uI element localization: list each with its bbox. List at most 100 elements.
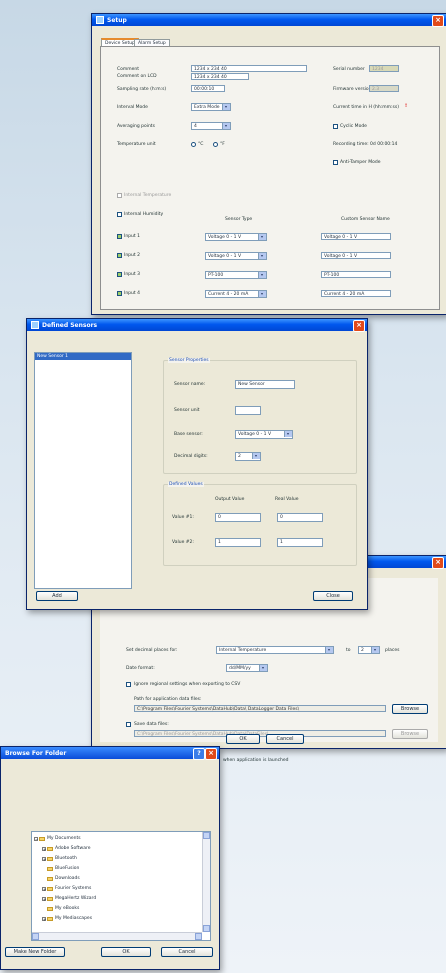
browse-folder-window: Browse For Folder ? × − My Documents + Ado… [0, 746, 220, 970]
cancel-button[interactable]: Cancel [161, 947, 213, 957]
sensor-list[interactable]: New Sensor 1 [34, 352, 132, 589]
recording-label: Recording time: 0d 00:00:14 [333, 142, 398, 147]
defined-values-title: Defined Values [168, 482, 204, 487]
defined-values-group: Defined Values [163, 482, 357, 566]
input-4-name-field[interactable]: Current 4 - 20 mA [321, 290, 391, 297]
value-2-real-field[interactable]: 1 [277, 538, 323, 547]
decimal-value-select[interactable]: 2 [358, 646, 380, 654]
collapse-icon[interactable]: − [34, 836, 38, 841]
value-1-real-field[interactable]: 0 [277, 513, 323, 522]
input-4-label: Input 4 [124, 291, 140, 296]
save-data-checkbox[interactable] [126, 722, 131, 727]
tree-item[interactable]: − My Documents [34, 836, 81, 841]
tree-item[interactable]: + Bluetooth [42, 856, 77, 861]
averaging-select[interactable]: 4 [191, 122, 231, 130]
chevron-down-icon [258, 272, 266, 278]
expand-icon[interactable]: + [42, 896, 46, 901]
sensor-name-field[interactable]: New Sensor [235, 380, 295, 389]
temp-unit-label: Temperature unit [117, 142, 156, 147]
warning-icon: ! [405, 104, 408, 109]
expand-icon[interactable]: + [42, 846, 46, 851]
browse-titlebar[interactable]: Browse For Folder ? × [1, 747, 219, 760]
cancel-button[interactable]: Cancel [266, 734, 304, 744]
input-2-name-field[interactable]: Voltage 0 - 1 V [321, 252, 391, 259]
interval-select[interactable]: Extra Mode [191, 103, 231, 111]
app-icon [96, 16, 104, 24]
comment-lcd-field[interactable]: 1234 x 234 40 [191, 73, 249, 80]
value-1-output-field[interactable]: 0 [215, 513, 261, 522]
expand-icon[interactable]: + [42, 916, 46, 921]
input-3-name-field[interactable]: PT-100 [321, 271, 391, 278]
scroll-up-icon[interactable] [203, 832, 210, 839]
unit-f-radio[interactable] [213, 142, 218, 147]
cyclic-checkbox[interactable] [333, 124, 338, 129]
sampling-label: Sampling rate (h:m:s) [117, 87, 167, 92]
interval-label: Interval Mode [117, 105, 148, 110]
tree-item[interactable]: + My Mediascapes [42, 916, 92, 921]
input-1-name-field[interactable]: Voltage 0 - 1 V [321, 233, 391, 240]
base-sensor-label: Base sensor: [174, 432, 203, 437]
scroll-right-icon[interactable] [195, 933, 202, 940]
close-icon[interactable]: × [353, 320, 365, 332]
input-row: Input 3 PT-100 PT-100 [101, 271, 439, 285]
tree-item[interactable]: + Adobe Software [42, 846, 91, 851]
sampling-field[interactable]: 00:00:10 [191, 85, 225, 92]
setup-panel: Comment 1234 x 234 40 Comment on LCD 123… [100, 46, 440, 310]
tree-item[interactable]: + Fourier Systems [42, 886, 91, 891]
internal-humidity-label: Internal Humidity [124, 212, 164, 217]
sensor-unit-field[interactable] [235, 406, 261, 415]
places-label: places [385, 648, 400, 653]
make-new-folder-button[interactable]: Make New Folder [5, 947, 65, 957]
add-button[interactable]: Add [36, 591, 78, 601]
ok-button[interactable]: OK [101, 947, 151, 957]
value-2-output-field[interactable]: 1 [215, 538, 261, 547]
comment-field[interactable]: 1234 x 234 40 [191, 65, 307, 72]
tree-item[interactable]: My eBooks [47, 906, 79, 911]
unit-c-radio[interactable] [191, 142, 196, 147]
scroll-left-icon[interactable] [32, 933, 39, 940]
tree-item[interactable]: + MegaHertz Wizard [42, 896, 96, 901]
input-4-type-select[interactable]: Current 4 - 20 mA [205, 290, 267, 298]
input-2-type-select[interactable]: Voltage 0 - 1 V [205, 252, 267, 260]
folder-icon [47, 876, 53, 881]
tree-item[interactable]: Downloads [47, 876, 80, 881]
serial-field: 1234 [369, 65, 399, 72]
expand-icon[interactable]: + [42, 856, 46, 861]
tamper-checkbox[interactable] [333, 160, 338, 165]
horizontal-scrollbar[interactable] [32, 932, 202, 940]
chevron-down-icon [222, 104, 230, 110]
ok-button[interactable]: OK [226, 734, 260, 744]
folder-icon [47, 846, 53, 851]
save-path-field: C:\Program Files\Fourier Systems\DataHub… [134, 730, 386, 737]
browse-button[interactable]: Browse [392, 704, 428, 714]
vertical-scrollbar[interactable] [202, 832, 210, 932]
scroll-down-icon[interactable] [203, 925, 210, 932]
input-4-checkbox[interactable] [117, 291, 122, 296]
help-icon[interactable]: ? [193, 748, 205, 760]
base-sensor-select[interactable]: Voltage 0 - 1 V [235, 430, 293, 439]
defined-titlebar[interactable]: Defined Sensors × [27, 319, 367, 332]
decimal-sensor-select[interactable]: Internal Temperature [216, 646, 334, 654]
decimal-digits-select[interactable]: 2 [235, 452, 261, 461]
internal-humidity-checkbox[interactable] [117, 212, 122, 217]
setup-titlebar[interactable]: Setup × [92, 14, 446, 27]
input-2-checkbox[interactable] [117, 253, 122, 258]
close-icon[interactable]: × [205, 748, 217, 760]
close-button[interactable]: Close [313, 591, 353, 601]
input-1-checkbox[interactable] [117, 234, 122, 239]
close-icon[interactable]: × [432, 15, 444, 27]
firmware-field: 2.3 [369, 85, 399, 92]
date-format-select[interactable]: dd/MM/yy [226, 664, 268, 672]
tree-item[interactable]: BlueFusion [47, 866, 79, 871]
input-3-checkbox[interactable] [117, 272, 122, 277]
folder-icon [39, 836, 45, 841]
list-item[interactable]: New Sensor 1 [35, 353, 131, 360]
folder-tree[interactable]: − My Documents + Adobe Software + Bluetooth… [31, 831, 211, 941]
input-1-type-select[interactable]: Voltage 0 - 1 V [205, 233, 267, 241]
input-3-type-select[interactable]: PT-100 [205, 271, 267, 279]
ignore-regional-checkbox[interactable] [126, 682, 131, 687]
browse-2-button: Browse [392, 729, 428, 739]
expand-icon[interactable]: + [42, 886, 46, 891]
close-icon[interactable]: × [432, 557, 444, 569]
chevron-down-icon [258, 291, 266, 297]
